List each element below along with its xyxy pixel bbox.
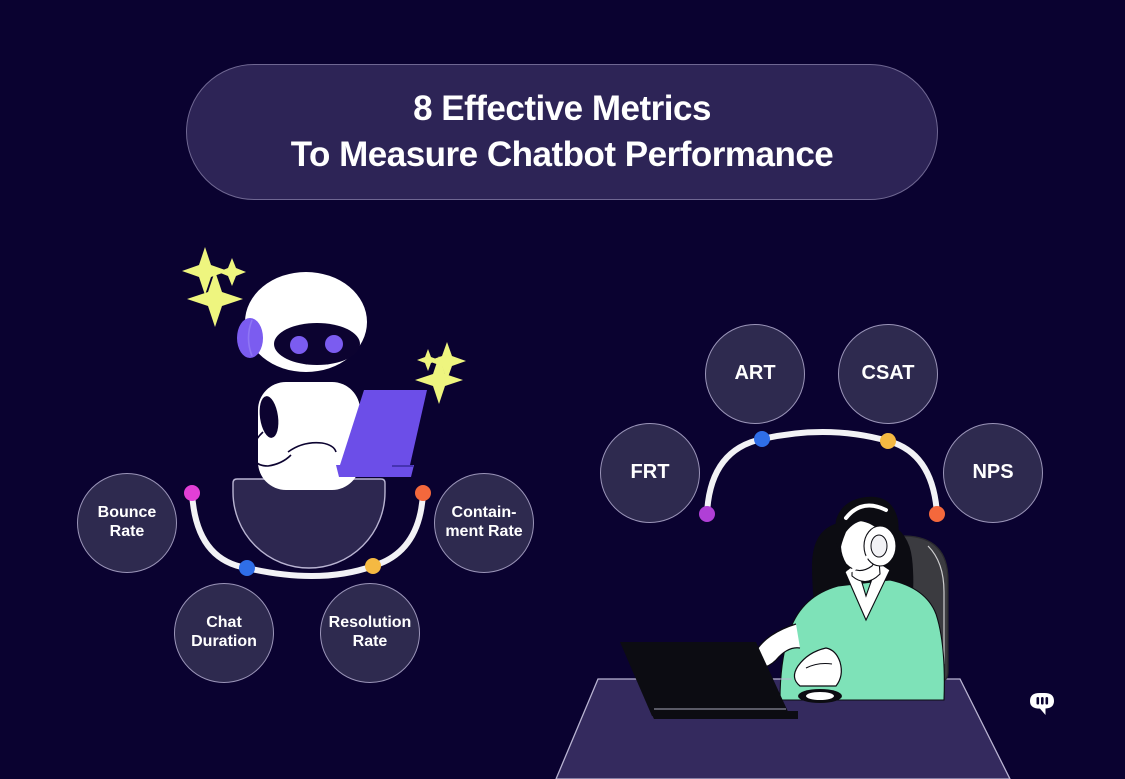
metric-label-line-1: Chat — [206, 614, 242, 632]
metric-label-line-1: Resolution — [328, 614, 412, 632]
agent-hand-right — [793, 647, 842, 687]
metric-circle-resolution-rate[interactable]: Resolution Rate — [320, 583, 420, 683]
sparkle-icon-group-right — [415, 342, 466, 404]
agent-face — [839, 519, 881, 572]
robot-arm-left — [251, 431, 292, 467]
agent-hand-right-fingers — [805, 662, 833, 669]
robot-visor — [274, 323, 360, 365]
metric-label-line-1: Contain- — [451, 504, 517, 522]
agent-headset-mic — [846, 554, 870, 574]
metric-label-line-2: Duration — [191, 633, 257, 650]
chat-bubble-logo[interactable] — [1026, 688, 1058, 720]
metric-circle-bounce-rate[interactable]: Bounce Rate — [77, 473, 177, 573]
metric-label-art: ART — [734, 362, 776, 385]
agent-mouse-highlight — [806, 692, 834, 700]
metric-label-line-2: Rate — [352, 633, 388, 650]
right-dot-art — [754, 431, 770, 447]
agent-mouse — [798, 689, 842, 703]
robot-desk — [232, 478, 386, 569]
metric-circle-csat[interactable]: CSAT — [838, 324, 938, 424]
agent-headset-earcup — [863, 525, 897, 567]
robot-body-detail — [259, 396, 279, 438]
robot-laptop-base — [336, 465, 414, 477]
agent-hand-left — [752, 623, 801, 668]
agent-laptop-base — [650, 711, 798, 719]
left-connector-arc — [189, 490, 426, 579]
right-connector-arc — [704, 429, 940, 517]
left-dot-resolution-rate — [365, 558, 381, 574]
robot-eye-left — [290, 336, 308, 354]
logo-bar-3 — [1045, 697, 1049, 705]
agent-sweater — [779, 579, 945, 701]
metric-label-resolution-rate: Resolution Rate — [329, 614, 412, 651]
metric-label-chat-duration: Chat Duration — [191, 614, 257, 651]
right-dot-frt — [699, 506, 715, 522]
page-title-line-2: To Measure Chatbot Performance — [290, 134, 834, 174]
metric-label-csat: CSAT — [861, 362, 915, 385]
agent-chair-highlight — [927, 545, 945, 664]
metric-circle-containment-rate[interactable]: Contain- ment Rate — [434, 473, 534, 573]
agent-shirt-collar — [844, 561, 891, 622]
metric-circle-frt[interactable]: FRT — [600, 423, 700, 523]
metric-circle-chat-duration[interactable]: Chat Duration — [174, 583, 274, 683]
agent-hair-back — [812, 520, 914, 640]
robot-arm-right — [287, 441, 337, 453]
agent-headset-band — [844, 503, 888, 520]
logo-bar-1 — [1036, 697, 1040, 705]
metric-label-containment-rate: Contain- ment Rate — [445, 504, 522, 541]
robot-laptop-screen — [340, 390, 427, 465]
robot-earpiece — [237, 318, 263, 358]
agent-desk — [555, 678, 1011, 779]
agent-chair — [869, 535, 949, 685]
left-dot-chat-duration — [239, 560, 255, 576]
metric-label-frt: FRT — [630, 461, 670, 484]
right-dot-nps — [929, 506, 945, 522]
metric-label-bounce-rate: Bounce Rate — [98, 504, 157, 541]
metric-label-line-2: ment Rate — [445, 523, 523, 540]
agent-headset-earcup-inner — [870, 534, 888, 558]
metric-label-line-2: Rate — [109, 523, 145, 540]
agent-hand-left-fingers — [745, 651, 757, 670]
agent-neck — [851, 545, 881, 583]
infographic-canvas: 8 Effective Metrics To Measure Chatbot P… — [0, 0, 1125, 779]
right-dot-csat — [880, 433, 896, 449]
left-dot-bounce-rate — [184, 485, 200, 501]
logo-bar-2 — [1041, 697, 1044, 705]
robot-body — [258, 382, 360, 490]
metric-circle-nps[interactable]: NPS — [943, 423, 1043, 523]
robot-eye-right — [325, 335, 343, 353]
metric-label-nps: NPS — [972, 461, 1014, 484]
robot-earpiece-detail — [247, 319, 253, 357]
title-banner: 8 Effective Metrics To Measure Chatbot P… — [186, 64, 938, 200]
metric-circle-art[interactable]: ART — [705, 324, 805, 424]
left-dot-containment-rate — [415, 485, 431, 501]
agent-hair-front — [835, 496, 899, 552]
agent-laptop-screen — [620, 642, 790, 716]
sparkle-icon-group-left — [182, 247, 246, 327]
robot-head — [245, 272, 367, 372]
page-title-line-1: 8 Effective Metrics — [413, 88, 711, 128]
metric-label-line-1: Bounce — [97, 504, 157, 522]
